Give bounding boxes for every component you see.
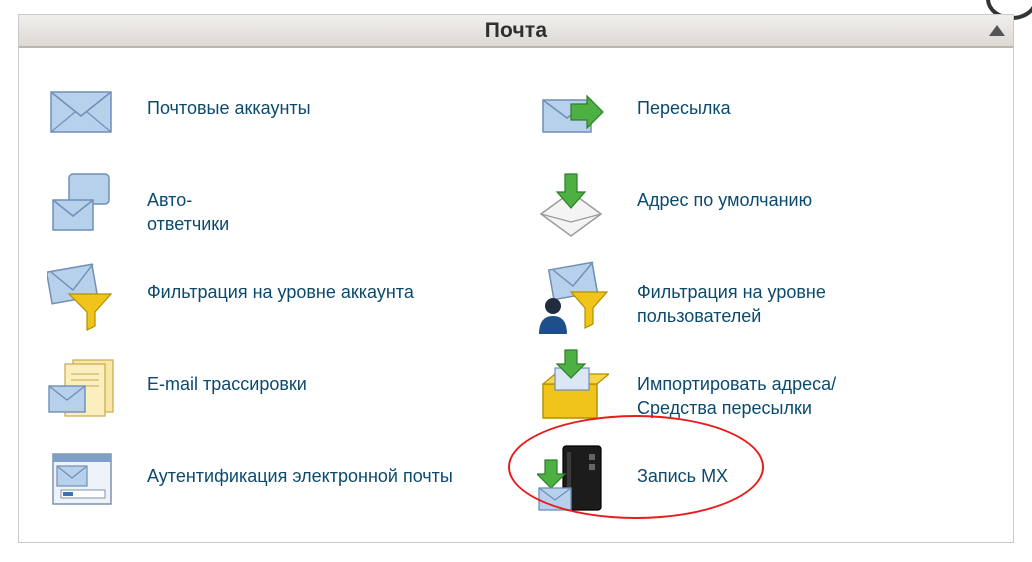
panel-title: Почта	[484, 18, 548, 42]
item-label: Адрес по умолчанию	[637, 190, 813, 210]
mx-record-icon	[537, 445, 602, 511]
email-trace-icon	[48, 359, 114, 417]
item-label: Импортировать адреса/ Средства пересылки	[637, 374, 837, 418]
account-filter-icon	[47, 263, 113, 331]
default-address-icon	[539, 173, 603, 237]
autoresponder-icon	[52, 173, 110, 231]
mail-items-grid: Почтовые аккаунты Пересылка Авто- ответч…	[19, 48, 1015, 542]
item-import-addresses[interactable]: Импортировать адреса/ Средства пересылки	[537, 346, 1007, 432]
mail-panel: Почта Почтовые аккаунты Пересылка Авто- …	[18, 14, 1014, 543]
user-filter-icon	[539, 261, 609, 334]
item-user-filtering[interactable]: Фильтрация на уровне пользователей	[537, 254, 1007, 340]
item-email-trace[interactable]: E-mail трассировки	[47, 346, 517, 432]
item-label: Пересылка	[637, 98, 731, 118]
item-default-address[interactable]: Адрес по умолчанию	[537, 162, 1007, 248]
item-mx-record[interactable]: Запись MX	[537, 438, 1007, 524]
item-label: Аутентификация электронной почты	[147, 466, 453, 486]
item-account-filtering[interactable]: Фильтрация на уровне аккаунта	[47, 254, 517, 340]
import-icon	[541, 349, 609, 419]
item-label: E-mail трассировки	[147, 374, 307, 394]
email-auth-icon	[52, 453, 112, 505]
item-label: Авто- ответчики	[147, 190, 230, 234]
item-label: Фильтрация на уровне аккаунта	[147, 282, 414, 302]
item-forwarders[interactable]: Пересылка	[537, 70, 1007, 156]
item-email-authentication[interactable]: Аутентификация электронной почты	[47, 438, 517, 524]
item-email-accounts[interactable]: Почтовые аккаунты	[47, 70, 517, 156]
item-label: Запись MX	[637, 466, 729, 486]
item-label: Почтовые аккаунты	[147, 98, 311, 118]
panel-header: Почта	[19, 15, 1013, 48]
forward-envelope-icon	[542, 94, 604, 133]
envelope-icon	[50, 91, 112, 133]
collapse-toggle-icon[interactable]	[989, 25, 1005, 36]
item-label: Фильтрация на уровне пользователей	[637, 282, 826, 326]
item-autoresponders[interactable]: Авто- ответчики	[47, 162, 517, 248]
